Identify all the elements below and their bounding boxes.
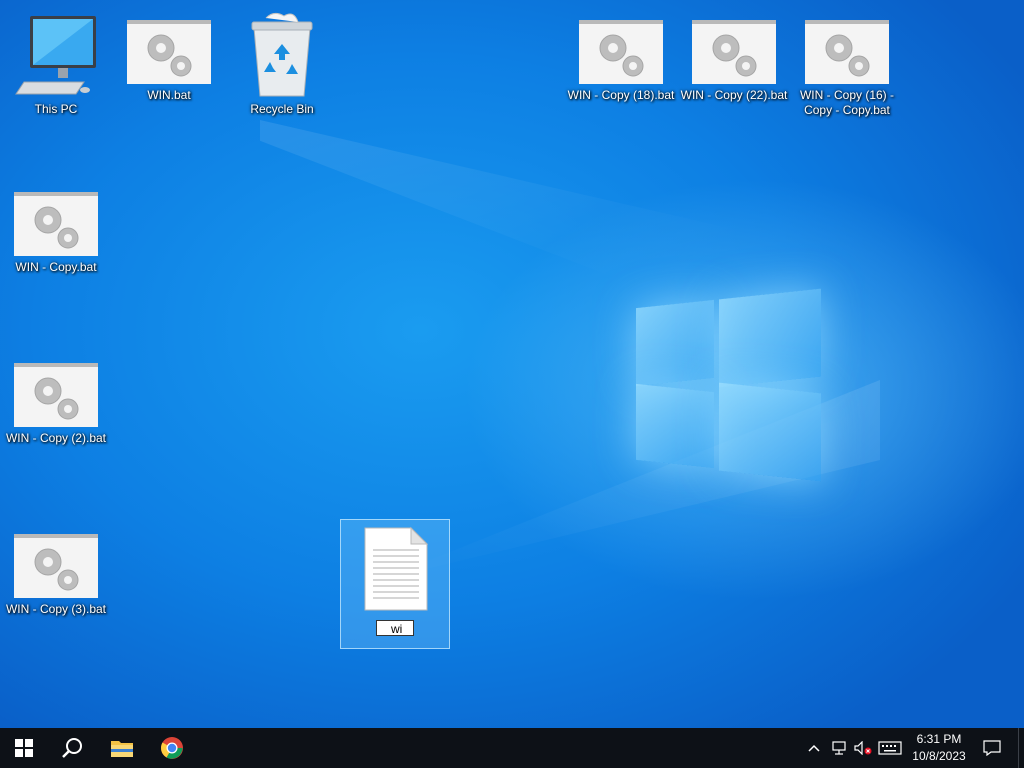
keyboard-icon	[878, 741, 902, 755]
desktop-icon-new-text-document[interactable]: wi	[340, 519, 450, 649]
desktop[interactable]: This PC WIN.bat Recycle Bin WIN - Copy (…	[0, 0, 1024, 728]
icon-label: WIN - Copy (16) - Copy - Copy.bat	[799, 88, 894, 117]
show-hidden-icons-button[interactable]	[804, 728, 824, 768]
desktop-icon-win-bat[interactable]: WIN.bat	[115, 20, 223, 103]
computer-icon	[14, 12, 98, 98]
action-center-button[interactable]	[978, 728, 1006, 768]
desktop-icon-recycle-bin[interactable]: Recycle Bin	[228, 10, 336, 117]
folder-icon	[111, 741, 133, 757]
icon-label: WIN - Copy.bat	[15, 260, 97, 274]
volume-muted-icon	[854, 741, 872, 755]
icon-label: WIN - Copy (2).bat	[5, 431, 107, 445]
clock-time: 6:31 PM	[916, 732, 962, 746]
network-icon	[832, 741, 846, 755]
text-document-icon	[363, 526, 429, 617]
icon-label: WIN - Copy (3).bat	[5, 602, 107, 616]
batch-file-icon	[579, 20, 663, 84]
notification-icon	[983, 740, 1001, 756]
desktop-icon-win-copy-2[interactable]: WIN - Copy (2).bat	[2, 363, 110, 446]
volume-button[interactable]	[852, 728, 874, 768]
chrome-icon	[161, 737, 183, 759]
taskbar-file-explorer[interactable]	[98, 728, 146, 768]
batch-file-icon	[14, 363, 98, 427]
batch-file-icon	[692, 20, 776, 84]
batch-file-icon	[14, 192, 98, 256]
icon-label: WIN.bat	[147, 88, 191, 102]
chevron-up-icon	[808, 744, 820, 752]
desktop-icon-win-copy-16[interactable]: WIN - Copy (16) - Copy - Copy.bat	[793, 20, 901, 118]
taskbar-chrome[interactable]	[148, 728, 196, 768]
clock-date: 10/8/2023	[912, 749, 966, 763]
windows-logo-wallpaper	[636, 288, 826, 482]
desktop-icon-win-copy-3[interactable]: WIN - Copy (3).bat	[2, 534, 110, 617]
batch-file-icon	[127, 20, 211, 84]
icon-label: WIN - Copy (18).bat	[567, 88, 675, 102]
search-button[interactable]	[48, 728, 96, 768]
icon-label: This PC	[34, 102, 78, 116]
icon-label: Recycle Bin	[250, 102, 314, 116]
network-button[interactable]	[828, 728, 850, 768]
recycle-bin-icon	[240, 10, 324, 98]
taskbar-clock[interactable]: 6:31 PM 10/8/2023	[906, 731, 972, 765]
start-button[interactable]	[0, 728, 48, 768]
desktop-icon-win-copy[interactable]: WIN - Copy.bat	[2, 192, 110, 275]
windows-start-icon	[15, 739, 33, 757]
desktop-icon-win-copy-22[interactable]: WIN - Copy (22).bat	[680, 20, 788, 103]
show-desktop-button[interactable]	[1018, 728, 1024, 768]
rename-input[interactable]: wi	[376, 620, 414, 636]
taskbar: 6:31 PM 10/8/2023	[0, 728, 1024, 768]
batch-file-icon	[805, 20, 889, 84]
touch-keyboard-button[interactable]	[876, 728, 904, 768]
batch-file-icon	[14, 534, 98, 598]
search-icon	[62, 738, 82, 758]
desktop-icon-win-copy-18[interactable]: WIN - Copy (18).bat	[567, 20, 675, 103]
icon-label: WIN - Copy (22).bat	[680, 88, 788, 102]
desktop-icon-this-pc[interactable]: This PC	[2, 12, 110, 117]
